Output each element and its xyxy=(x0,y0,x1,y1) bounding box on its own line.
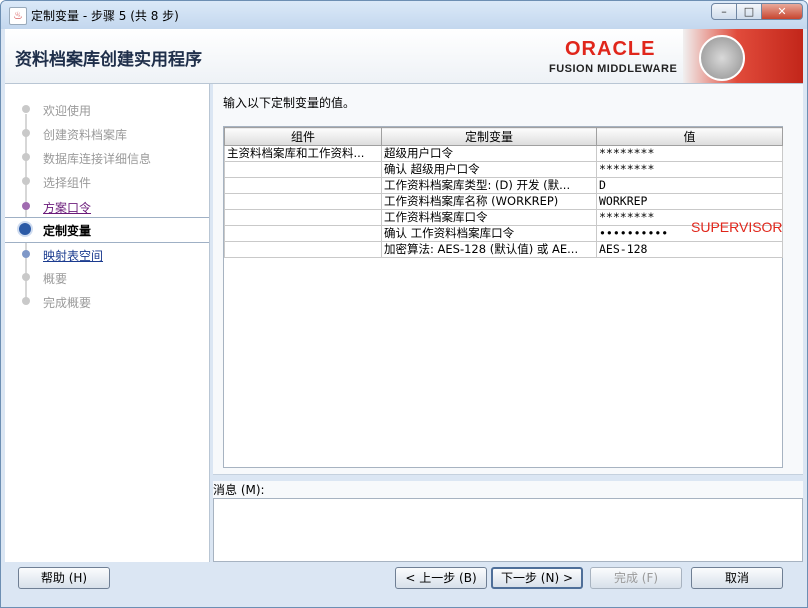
nav-step-label[interactable]: 映射表空间 xyxy=(43,247,103,264)
nav-step-create-repository: 创建资料档案库 xyxy=(5,122,209,146)
maximize-button[interactable]: □ xyxy=(736,3,762,20)
step-link-icon xyxy=(22,250,30,258)
nav-step-select-components: 选择组件 xyxy=(5,170,209,194)
nav-step-summary: 概要 xyxy=(5,266,209,290)
table-row[interactable]: 加密算法: AES-128 (默认值) 或 AE... AES-128 xyxy=(224,241,783,258)
column-header-component[interactable]: 组件 xyxy=(224,127,382,146)
installer-window: ♨ 定制变量 - 步骤 5 (共 8 步) – □ ✕ 资料档案库创建实用程序 … xyxy=(0,0,808,608)
fusion-middleware-logo: FUSION MIDDLEWARE xyxy=(549,63,678,75)
table-row[interactable]: 工作资料档案库名称 (WORKREP) WORKREP xyxy=(224,193,783,210)
step-done-icon xyxy=(22,105,30,113)
variable-cell: 加密算法: AES-128 (默认值) 或 AE... xyxy=(381,241,597,258)
variable-cell: 工作资料档案库名称 (WORKREP) xyxy=(381,193,597,210)
table-header-row: 组件 定制变量 值 xyxy=(224,127,783,146)
supervisor-annotation: SUPERVISOR xyxy=(691,219,783,235)
variable-cell: 工作资料档案库类型: (D) 开发 (默... xyxy=(381,177,597,194)
content-panel: 输入以下定制变量的值。 组件 定制变量 值 主资料档案库和工作资料... 超级用… xyxy=(213,84,803,562)
nav-step-label: 选择组件 xyxy=(43,176,92,190)
custom-variables-table: 组件 定制变量 值 主资料档案库和工作资料... 超级用户口令 ********… xyxy=(224,127,783,258)
oracle-logo: ORACLE xyxy=(565,38,656,60)
title-bar[interactable]: ♨ 定制变量 - 步骤 5 (共 8 步) – □ ✕ xyxy=(1,1,807,29)
nav-step-label: 数据库连接详细信息 xyxy=(43,152,152,166)
table-row[interactable]: 工作资料档案库类型: (D) 开发 (默... D xyxy=(224,177,783,194)
value-cell[interactable]: ******** xyxy=(596,161,783,178)
component-cell xyxy=(224,225,382,242)
window-title: 定制变量 - 步骤 5 (共 8 步) xyxy=(31,9,179,23)
column-header-value[interactable]: 值 xyxy=(596,127,783,146)
component-cell xyxy=(224,193,382,210)
column-header-variable[interactable]: 定制变量 xyxy=(381,127,597,146)
pane-splitter[interactable] xyxy=(213,474,803,481)
help-button[interactable]: 帮助 (H) xyxy=(18,567,110,589)
nav-step-welcome: 欢迎使用 xyxy=(5,98,209,122)
value-cell[interactable]: D xyxy=(596,177,783,194)
table-row[interactable]: 确认 超级用户口令 ******** xyxy=(224,161,783,178)
step-done-icon xyxy=(22,153,30,161)
component-cell xyxy=(224,177,382,194)
nav-step-label[interactable]: 方案口令 xyxy=(43,199,91,216)
nav-step-completion-summary: 完成概要 xyxy=(5,290,209,314)
gear-emblem-icon xyxy=(699,35,745,81)
step-pending-icon xyxy=(22,297,30,305)
nav-step-label: 完成概要 xyxy=(43,296,92,310)
app-title: 资料档案库创建实用程序 xyxy=(15,50,202,70)
cancel-button[interactable]: 取消 xyxy=(691,567,783,589)
instruction-text: 输入以下定制变量的值。 xyxy=(223,96,356,110)
variable-cell: 确认 工作资料档案库口令 xyxy=(381,225,597,242)
window-controls: – □ ✕ xyxy=(711,3,803,21)
variable-cell: 工作资料档案库口令 xyxy=(381,209,597,226)
step-done-icon xyxy=(22,177,30,185)
step-pending-icon xyxy=(22,273,30,281)
nav-step-label: 欢迎使用 xyxy=(43,104,92,118)
nav-step-label: 创建资料档案库 xyxy=(43,128,128,142)
step-navigation: 欢迎使用 创建资料档案库 数据库连接详细信息 选择组件 方案口令 定制变量 映射… xyxy=(5,84,210,562)
step-visited-icon xyxy=(22,202,30,210)
java-app-icon: ♨ xyxy=(9,7,27,25)
minimize-button[interactable]: – xyxy=(711,3,737,20)
nav-step-schema-passwords[interactable]: 方案口令 xyxy=(5,195,209,219)
variables-table-container[interactable]: 组件 定制变量 值 主资料档案库和工作资料... 超级用户口令 ********… xyxy=(223,126,783,468)
table-row[interactable]: 主资料档案库和工作资料... 超级用户口令 ******** xyxy=(224,145,783,162)
nav-step-custom-variables: 定制变量 xyxy=(5,217,209,243)
back-button[interactable]: < 上一步 (B) xyxy=(395,567,487,589)
value-cell[interactable]: WORKREP xyxy=(596,193,783,210)
messages-area[interactable] xyxy=(213,498,803,562)
component-cell: 主资料档案库和工作资料... xyxy=(224,145,382,162)
button-bar: 帮助 (H) < 上一步 (B) 下一步 (N) > 完成 (F) 取消 xyxy=(5,563,803,603)
next-button[interactable]: 下一步 (N) > xyxy=(491,567,583,589)
nav-step-label: 概要 xyxy=(43,272,68,286)
nav-step-map-tablespaces[interactable]: 映射表空间 xyxy=(5,243,209,267)
close-button[interactable]: ✕ xyxy=(761,3,803,20)
nav-step-label: 定制变量 xyxy=(43,224,92,238)
component-cell xyxy=(224,161,382,178)
variable-cell: 超级用户口令 xyxy=(381,145,597,162)
header-banner: 资料档案库创建实用程序 ORACLE FUSION MIDDLEWARE xyxy=(5,29,803,84)
value-cell[interactable]: AES-128 xyxy=(596,241,783,258)
component-cell xyxy=(224,209,382,226)
component-cell xyxy=(224,241,382,258)
value-cell[interactable]: ******** xyxy=(596,145,783,162)
messages-label: 消息 (M): xyxy=(213,483,265,497)
brand-graphic xyxy=(683,29,803,83)
variable-cell: 确认 超级用户口令 xyxy=(381,161,597,178)
step-done-icon xyxy=(22,129,30,137)
finish-button[interactable]: 完成 (F) xyxy=(590,567,682,589)
step-current-icon xyxy=(19,223,31,235)
nav-step-db-connection: 数据库连接详细信息 xyxy=(5,146,209,170)
